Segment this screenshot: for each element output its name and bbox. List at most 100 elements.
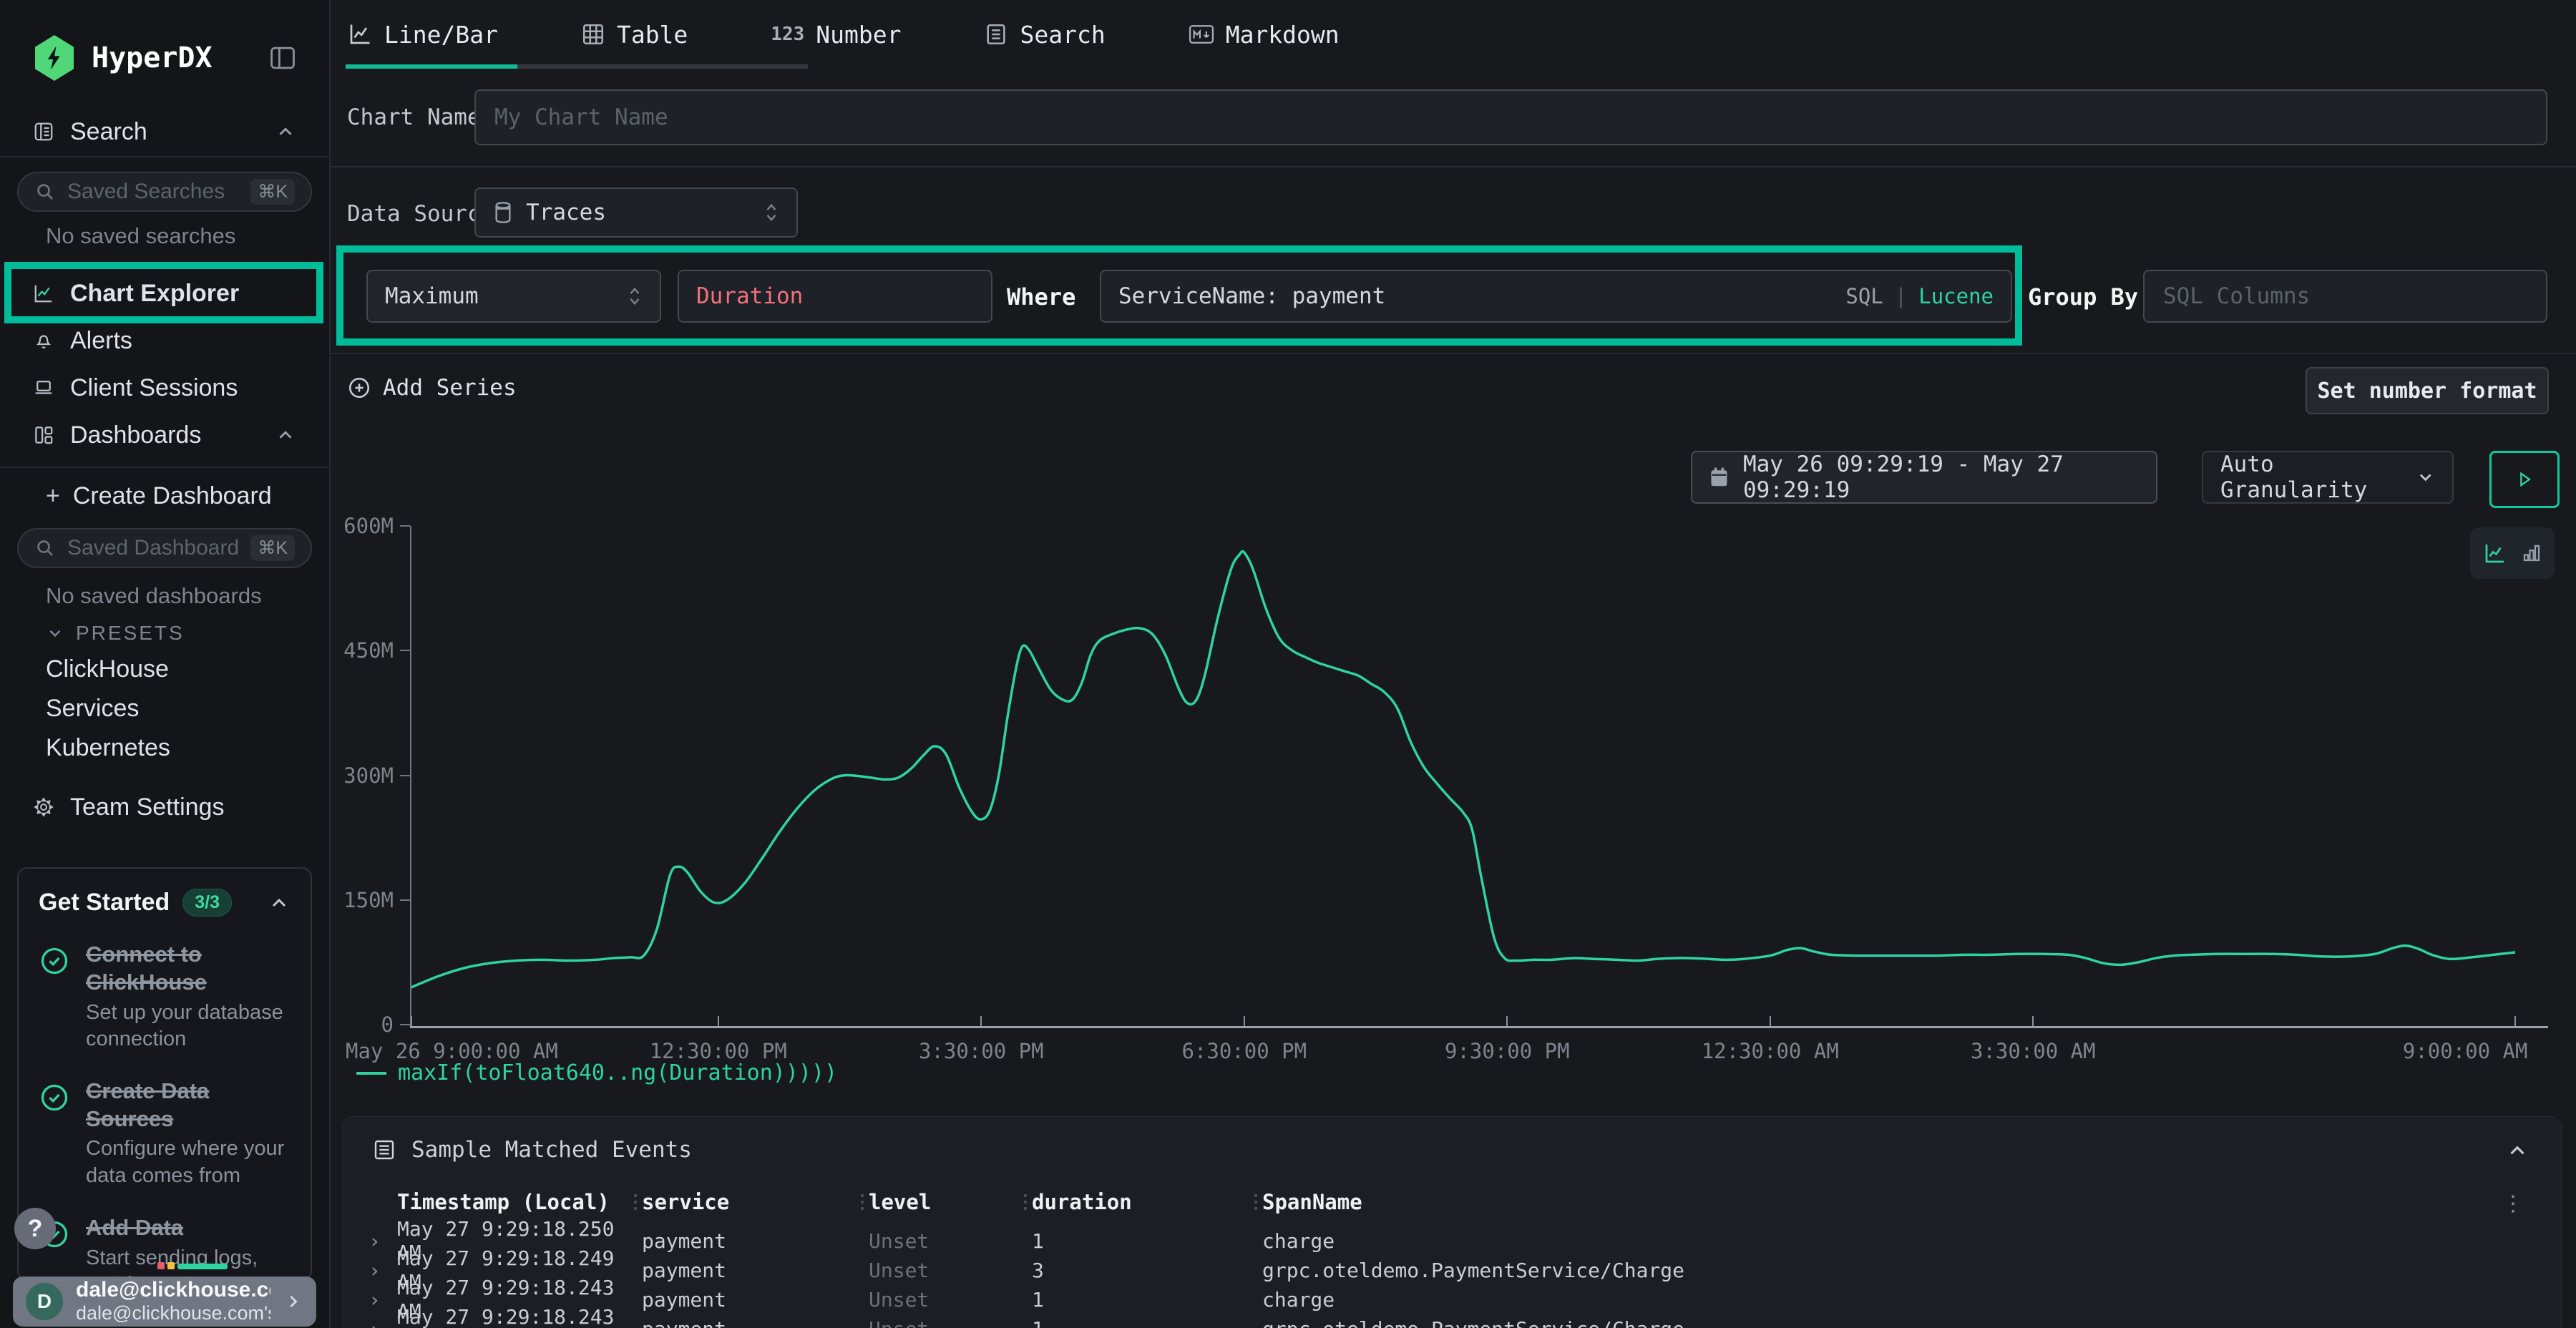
chevron-down-icon [2416, 467, 2435, 488]
column-header[interactable]: service [642, 1190, 853, 1214]
saved-dashboards-field[interactable] [66, 535, 240, 561]
get-started-task[interactable]: Create Data Sources Configure where your… [39, 1078, 291, 1190]
cell-spanname: charge [1262, 1288, 2515, 1312]
plus-circle-icon [347, 376, 371, 400]
column-header[interactable]: Timestamp (Local) [397, 1190, 626, 1214]
chevron-up-icon[interactable] [275, 121, 296, 142]
tab-search[interactable]: Search [984, 21, 1105, 49]
x-axis [410, 1026, 2548, 1028]
sidebar-item-label: Chart Explorer [70, 280, 239, 308]
gear-icon [33, 796, 54, 818]
tab-label: Markdown [1226, 21, 1340, 49]
divider [0, 156, 329, 157]
lucene-mode-toggle[interactable]: Lucene [1918, 284, 1994, 308]
cell-spanname: grpc.oteldemo.PaymentService/Charge [1262, 1259, 2515, 1282]
where-input[interactable]: ServiceName: payment SQL | Lucene [1100, 270, 2012, 323]
hyperdx-chart-explorer-page: HyperDX Search ⌘K No saved searches Char… [0, 0, 2576, 1328]
tab-line-bar[interactable]: Line/Bar [347, 21, 498, 49]
sql-mode-toggle[interactable]: SQL [1845, 284, 1883, 308]
play-icon [2514, 469, 2534, 489]
divider [331, 353, 2576, 354]
group-by-input[interactable] [2143, 270, 2547, 323]
tab-label: Number [816, 21, 901, 49]
set-number-format-button[interactable]: Set number format [2306, 367, 2549, 414]
sidebar-item-client-sessions[interactable]: Client Sessions [0, 365, 329, 411]
row-expand-chevron-icon[interactable]: › [369, 1288, 397, 1312]
row-expand-chevron-icon[interactable]: › [369, 1229, 397, 1253]
table-row[interactable]: › May 27 9:29:18.250 AM payment Unset 1 … [369, 1217, 2515, 1246]
preset-dashboard-link[interactable]: Kubernetes [46, 728, 170, 768]
task-title: Add Data [86, 1214, 291, 1242]
field-input[interactable]: Duration [678, 270, 992, 323]
group-by-label: Group By [2028, 283, 2138, 311]
sidebar-item-team-settings[interactable]: Team Settings [0, 784, 329, 830]
saved-searches-field[interactable] [66, 179, 240, 205]
sidebar: HyperDX Search ⌘K No saved searches Char… [0, 0, 331, 1328]
preset-dashboard-link[interactable]: Services [46, 689, 170, 728]
saved-dashboards-input[interactable]: ⌘K [17, 528, 312, 568]
tab-label: Search [1020, 21, 1105, 49]
user-account-chip[interactable]: D dale@clickhouse.com dale@clickhouse.co… [13, 1276, 316, 1327]
data-source-select[interactable]: Traces [474, 187, 798, 238]
add-series-button[interactable]: Add Series [347, 375, 517, 401]
data-source-value: Traces [526, 200, 606, 225]
column-header[interactable]: duration [1032, 1190, 1246, 1214]
column-header[interactable]: level [869, 1190, 1016, 1214]
column-resize-handle[interactable]: ⋮ [1246, 1191, 1262, 1213]
x-axis-tick-label: 6:30:00 PM [1181, 1039, 1307, 1063]
y-axis-tick [400, 1024, 410, 1025]
get-started-task-list: Connect to ClickHouse Set up your databa… [39, 941, 291, 1281]
chart-name-input[interactable] [474, 89, 2547, 145]
chevron-up-icon[interactable] [275, 424, 296, 446]
chevron-down-icon [46, 624, 64, 643]
get-started-task[interactable]: Connect to ClickHouse Set up your databa… [39, 941, 291, 1053]
x-axis-tick-label: 9:00:00 AM [2403, 1039, 2528, 1063]
chevron-up-icon[interactable] [2505, 1138, 2529, 1163]
column-resize-handle[interactable]: ⋮ [853, 1191, 869, 1213]
create-dashboard-button[interactable]: + Create Dashboard [0, 477, 329, 515]
sidebar-collapse-icon[interactable] [269, 46, 296, 70]
get-started-progress-badge: 3/3 [182, 889, 232, 917]
cell-service: payment [642, 1288, 853, 1312]
sidebar-item-dashboards[interactable]: Dashboards [0, 412, 329, 458]
preset-dashboard-link[interactable]: ClickHouse [46, 650, 170, 689]
tab-table[interactable]: Table [581, 21, 688, 49]
sidebar-item-search[interactable]: Search [0, 109, 329, 155]
cell-level: Unset [869, 1259, 1016, 1282]
column-header[interactable]: SpanName [1262, 1190, 2515, 1214]
cell-duration: 1 [1032, 1317, 1246, 1328]
line-chart-icon [33, 283, 54, 304]
legend-series-name: maxIf(toFloat640..ng(Duration))))) [398, 1060, 837, 1085]
get-started-title: Get Started [39, 889, 170, 917]
sidebar-item-label: Search [70, 118, 147, 146]
sidebar-item-alerts[interactable]: Alerts [0, 318, 329, 363]
where-label: Where [1007, 283, 1075, 311]
granularity-select[interactable]: Auto Granularity [2202, 451, 2454, 504]
column-resize-handle[interactable]: ⋮ [1016, 1191, 1032, 1213]
row-expand-chevron-icon[interactable]: › [369, 1259, 397, 1282]
aggregation-select[interactable]: Maximum [366, 270, 661, 323]
cell-level: Unset [869, 1288, 1016, 1312]
tab-number[interactable]: 123 Number [771, 21, 901, 49]
hyperdx-logo-icon [33, 35, 76, 81]
timeseries-chart[interactable] [411, 526, 2515, 1025]
saved-searches-input[interactable]: ⌘K [17, 172, 312, 212]
tab-markdown[interactable]: Markdown [1189, 21, 1340, 49]
y-axis-tick [400, 650, 410, 651]
laptop-icon [33, 377, 54, 399]
help-button[interactable]: ? [14, 1208, 56, 1249]
column-resize-handle[interactable]: ⋮ [626, 1191, 642, 1213]
bar-chart-toggle-icon[interactable] [2521, 542, 2542, 564]
x-axis-tick-label: May 26 9:00:00 AM [346, 1039, 558, 1063]
row-expand-chevron-icon[interactable]: › [369, 1317, 397, 1328]
chart-name-label: Chart Name [347, 104, 481, 130]
y-axis-tick [400, 525, 410, 527]
run-query-button[interactable] [2489, 451, 2560, 508]
sidebar-item-label: Alerts [70, 327, 132, 355]
chart-legend: maxIf(toFloat640..ng(Duration))))) [356, 1060, 837, 1085]
date-range-picker[interactable]: May 26 09:29:19 - May 27 09:29:19 [1691, 451, 2157, 504]
sidebar-item-chart-explorer[interactable]: Chart Explorer [0, 270, 329, 316]
x-axis-tick-label: 9:30:00 PM [1445, 1039, 1570, 1063]
y-axis-tick-label: 150M [279, 888, 394, 912]
shortcut-badge: ⌘K [250, 179, 295, 205]
